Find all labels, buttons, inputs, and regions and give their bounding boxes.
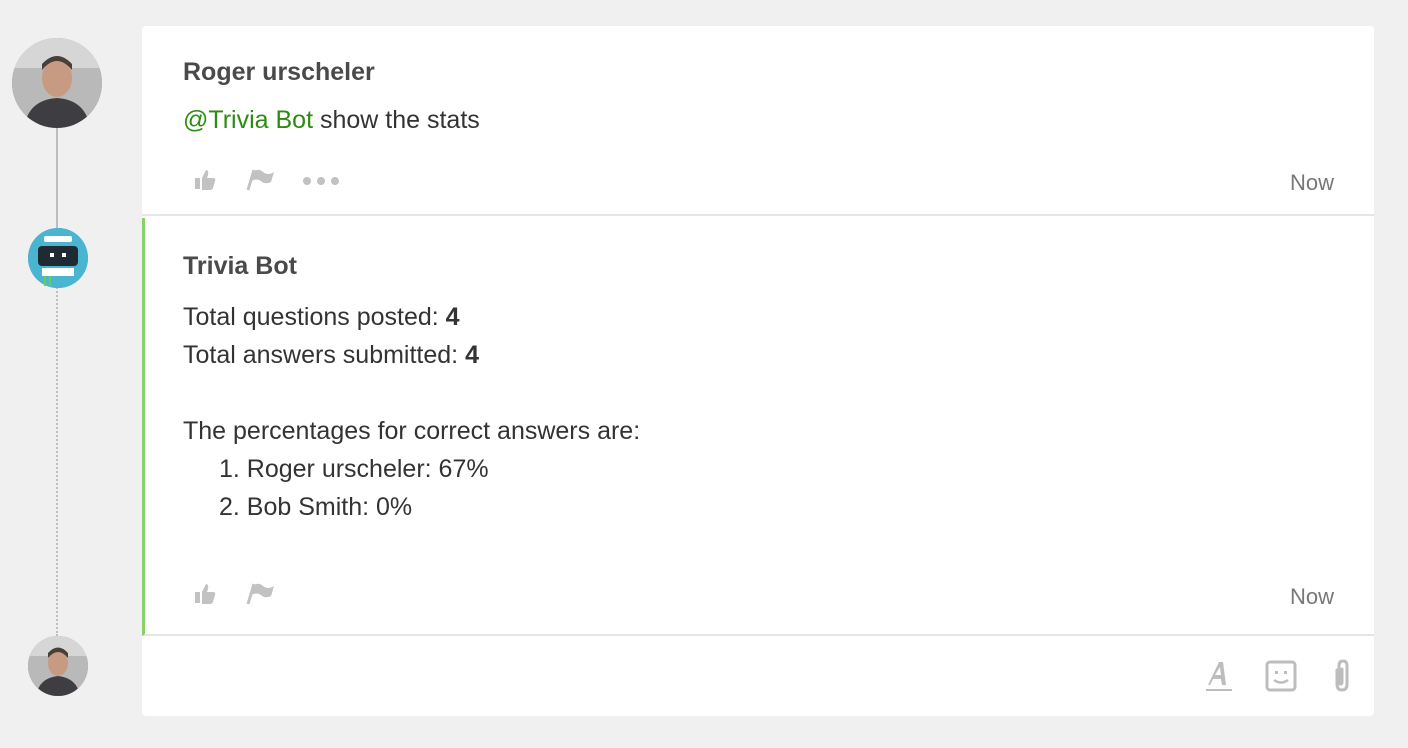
message-time: Now xyxy=(1289,170,1334,195)
message-text: @Trivia Bot show the stats xyxy=(183,106,480,135)
composer-toolbar xyxy=(1204,658,1356,699)
answers-line: Total answers submitted: 4 xyxy=(183,341,479,369)
more-icon[interactable] xyxy=(302,173,340,191)
thumbs-up-icon[interactable] xyxy=(192,166,218,197)
message-roger: Roger urscheler @Trivia Bot show the sta… xyxy=(142,26,1374,216)
timeline-dotted-line xyxy=(56,284,58,636)
ranking-item: 1. Roger urscheler: 67% xyxy=(219,455,489,483)
stats-text: Total questions posted: 4 Total answers … xyxy=(183,298,640,526)
timeline-line xyxy=(56,120,58,232)
message-trivia-bot: Trivia Bot Total questions posted: 4 Tot… xyxy=(142,218,1374,636)
paperclip-icon[interactable] xyxy=(1328,658,1356,699)
text-format-icon[interactable] xyxy=(1204,659,1234,698)
message-author[interactable]: Trivia Bot xyxy=(183,252,297,281)
flag-icon[interactable] xyxy=(244,166,276,197)
message-body: show the stats xyxy=(313,106,480,134)
mention-link[interactable]: @Trivia Bot xyxy=(183,106,313,134)
ranking-item: 2. Bob Smith: 0% xyxy=(219,493,413,521)
message-composer[interactable] xyxy=(142,638,1374,716)
avatar-trivia-bot[interactable] xyxy=(28,228,88,288)
conversation-card: Roger urscheler @Trivia Bot show the sta… xyxy=(142,26,1374,716)
avatar-roger[interactable] xyxy=(12,38,102,128)
ranking-list: 1. Roger urscheler: 67% 2. Bob Smith: 0% xyxy=(183,450,640,526)
emoji-icon[interactable] xyxy=(1264,659,1298,698)
percent-intro: The percentages for correct answers are: xyxy=(183,417,641,445)
message-actions xyxy=(192,166,340,197)
questions-line: Total questions posted: 4 xyxy=(183,303,460,331)
message-author[interactable]: Roger urscheler xyxy=(183,58,375,87)
message-actions xyxy=(192,580,276,611)
avatar-current-user[interactable] xyxy=(28,636,88,696)
thumbs-up-icon[interactable] xyxy=(192,580,218,611)
message-time: Now xyxy=(1289,584,1334,609)
flag-icon[interactable] xyxy=(244,580,276,611)
